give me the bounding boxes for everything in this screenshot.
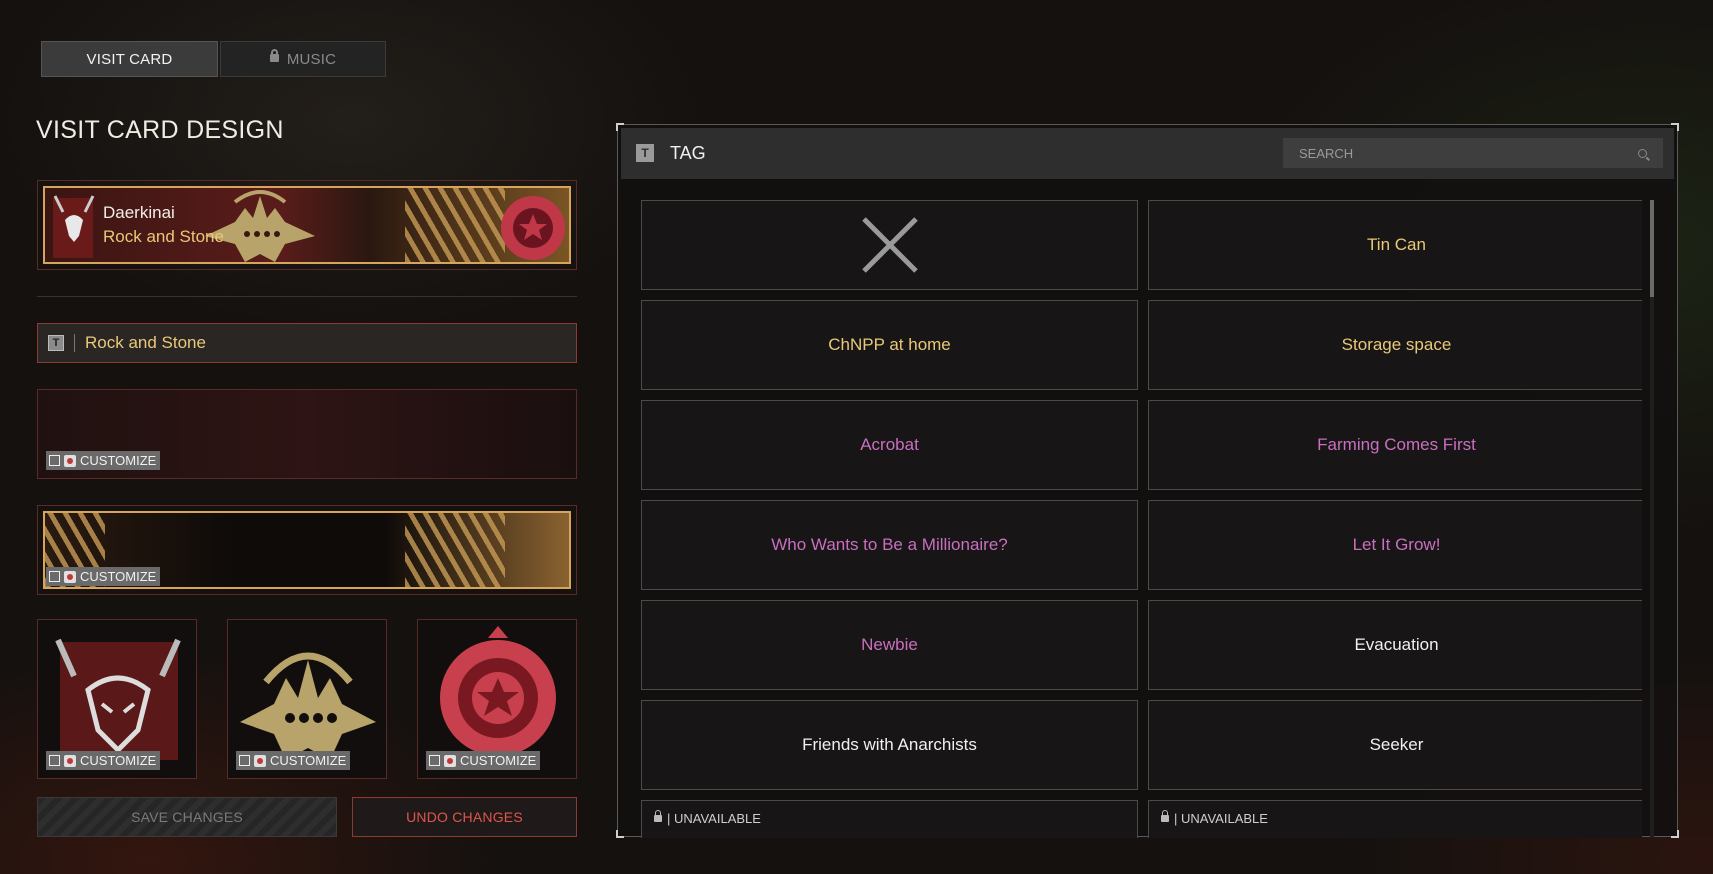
- undo-changes-button[interactable]: UNDO CHANGES: [352, 797, 577, 837]
- tag-option-unavailable[interactable]: | UNAVAILABLE: [1148, 800, 1642, 838]
- tag-option[interactable]: Farming Comes First: [1148, 400, 1642, 490]
- tab-visit-card-label: VISIT CARD: [86, 50, 173, 68]
- tag-option[interactable]: Let It Grow!: [1148, 500, 1642, 590]
- tag-option-label: Seeker: [1369, 735, 1424, 754]
- corner-decoration: [1671, 830, 1679, 838]
- customize-label: CUSTOMIZE: [270, 753, 347, 768]
- tag-option-label: | UNAVAILABLE: [667, 811, 761, 826]
- customize-button[interactable]: CUSTOMIZE: [46, 567, 161, 586]
- tag-selection-panel: T TAG SEARCH Tin Can ChNPP at home Storage…: [616, 123, 1679, 838]
- paint-icon: [64, 454, 76, 467]
- background-slot[interactable]: CUSTOMIZE: [37, 389, 577, 479]
- customize-button[interactable]: CUSTOMIZE: [46, 451, 161, 470]
- customize-label: CUSTOMIZE: [460, 753, 537, 768]
- customize-button[interactable]: CUSTOMIZE: [426, 751, 541, 770]
- visit-card-preview: Daerkinai Rock and Stone: [37, 180, 577, 270]
- text-tag-icon: T: [636, 144, 654, 162]
- divider: [37, 296, 577, 297]
- tag-option-label: Newbie: [861, 635, 918, 654]
- customize-button[interactable]: CUSTOMIZE: [46, 751, 161, 770]
- tag-option-label: Acrobat: [860, 435, 919, 454]
- panel-header: T TAG SEARCH: [621, 128, 1674, 179]
- copy-icon: [49, 455, 60, 466]
- tag-option-label: Storage space: [1341, 335, 1452, 354]
- tag-option-label: Who Wants to Be a Millionaire?: [771, 535, 1008, 554]
- tag-option[interactable]: Seeker: [1148, 700, 1642, 790]
- page-title: VISIT CARD DESIGN: [36, 116, 284, 144]
- tag-option-label: Let It Grow!: [1352, 535, 1441, 554]
- selected-tag-value: Rock and Stone: [85, 333, 206, 352]
- tag-option-label: | UNAVAILABLE: [1174, 811, 1268, 826]
- tag-selector[interactable]: T Rock and Stone: [37, 323, 577, 363]
- tag-option[interactable]: Newbie: [641, 600, 1138, 690]
- card-tag-text: Rock and Stone: [103, 227, 224, 246]
- search-icon: [1638, 148, 1647, 158]
- scrollbar[interactable]: [1650, 200, 1654, 838]
- lock-icon: [269, 49, 279, 62]
- emblem-slot-crown[interactable]: CUSTOMIZE: [227, 619, 387, 779]
- goat-emblem-icon: [53, 195, 95, 258]
- copy-icon: [429, 755, 440, 766]
- tab-bar: VISIT CARD MUSIC: [41, 41, 386, 77]
- star-emblem-icon: [501, 196, 565, 260]
- tag-option[interactable]: Tin Can: [1148, 200, 1642, 290]
- gold-stripes-decoration: [405, 513, 505, 587]
- tag-option[interactable]: Evacuation: [1148, 600, 1642, 690]
- search-placeholder: SEARCH: [1299, 145, 1354, 161]
- lock-icon: [1161, 810, 1169, 822]
- panel-title: TAG: [670, 143, 706, 163]
- emblem-slot-star[interactable]: CUSTOMIZE: [417, 619, 577, 779]
- scrollbar-thumb[interactable]: [1650, 200, 1654, 297]
- tab-music-label: MUSIC: [286, 50, 337, 68]
- text-tag-icon: T: [48, 335, 64, 351]
- customize-label: CUSTOMIZE: [80, 753, 157, 768]
- tag-option-none[interactable]: [641, 200, 1138, 290]
- tag-option-label: ChNPP at home: [828, 335, 951, 354]
- crown-emblem-icon: [205, 190, 315, 262]
- tag-option[interactable]: Friends with Anarchists: [641, 700, 1138, 790]
- paint-icon: [64, 570, 76, 583]
- player-name: Daerkinai: [103, 203, 175, 222]
- paint-icon: [254, 754, 266, 767]
- copy-icon: [49, 571, 60, 582]
- save-changes-button[interactable]: SAVE CHANGES: [37, 797, 337, 837]
- tag-grid: Tin Can ChNPP at home Storage space Acrobat…: [641, 200, 1642, 838]
- close-icon: [861, 217, 918, 273]
- corner-decoration: [616, 830, 624, 838]
- copy-icon: [239, 755, 250, 766]
- paint-icon: [444, 754, 456, 767]
- emblem-slot-goat[interactable]: CUSTOMIZE: [37, 619, 197, 779]
- tag-option-label: Evacuation: [1354, 635, 1439, 654]
- tag-option[interactable]: Who Wants to Be a Millionaire?: [641, 500, 1138, 590]
- tag-option-unavailable[interactable]: | UNAVAILABLE: [641, 800, 1138, 838]
- tag-option-label: Friends with Anarchists: [802, 735, 977, 754]
- tab-visit-card[interactable]: VISIT CARD: [41, 41, 218, 77]
- lock-icon: [654, 810, 662, 822]
- tab-music[interactable]: MUSIC: [220, 41, 386, 77]
- tag-option-label: Farming Comes First: [1317, 435, 1476, 454]
- search-input[interactable]: SEARCH: [1283, 138, 1663, 168]
- tag-option[interactable]: ChNPP at home: [641, 300, 1138, 390]
- gold-stripes-decoration: [405, 188, 505, 262]
- customize-label: CUSTOMIZE: [80, 453, 157, 468]
- tag-option-label: Tin Can: [1367, 235, 1426, 254]
- visit-card-banner: Daerkinai Rock and Stone: [43, 186, 571, 264]
- frame-slot[interactable]: CUSTOMIZE: [37, 505, 577, 595]
- customize-button[interactable]: CUSTOMIZE: [236, 751, 351, 770]
- copy-icon: [49, 755, 60, 766]
- customize-label: CUSTOMIZE: [80, 569, 157, 584]
- paint-icon: [64, 754, 76, 767]
- separator: [74, 334, 75, 352]
- tag-option[interactable]: Acrobat: [641, 400, 1138, 490]
- tag-option[interactable]: Storage space: [1148, 300, 1642, 390]
